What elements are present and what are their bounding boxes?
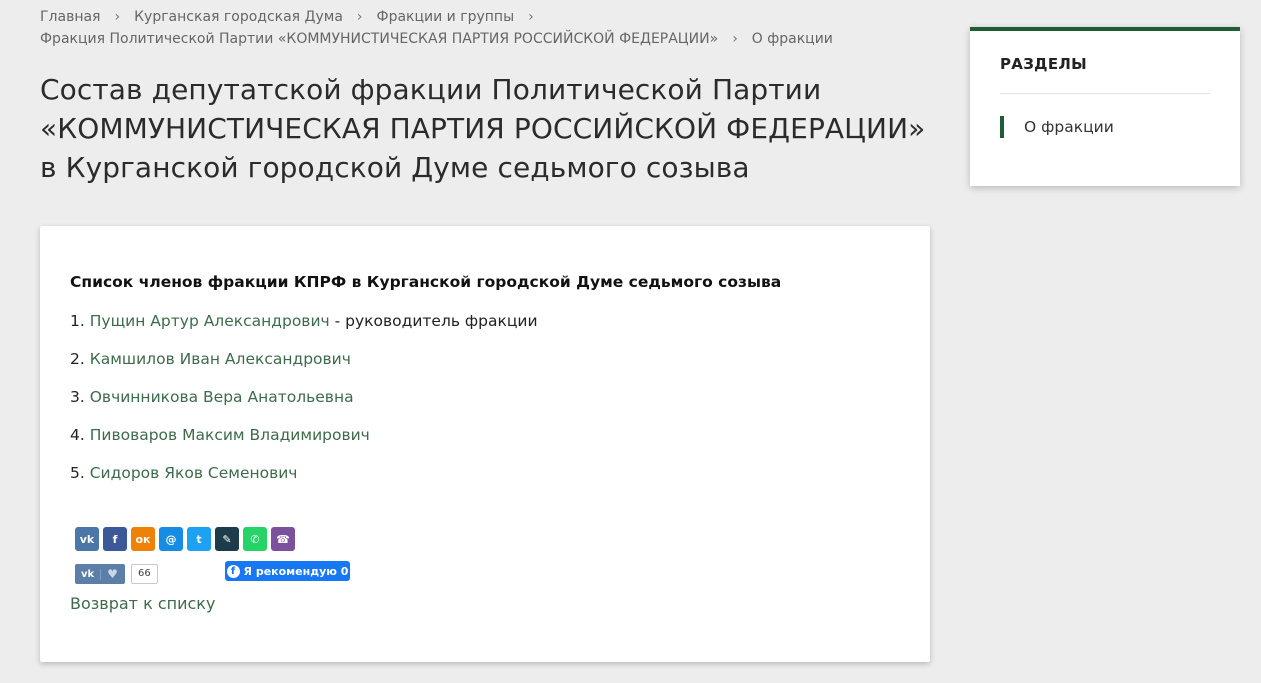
sidebar-title: РАЗДЕЛЫ (1000, 55, 1087, 73)
member-number: 4. (70, 426, 85, 444)
viber-icon[interactable]: ☎ (271, 527, 295, 551)
moimir-icon[interactable]: @ (159, 527, 183, 551)
facebook-icon[interactable]: f (103, 527, 127, 551)
sidebar-item-about-faction[interactable]: О фракции (1000, 116, 1114, 138)
breadcrumb-current: О фракции (751, 31, 833, 47)
breadcrumb-factions-link[interactable]: Фракции и группы (377, 9, 515, 25)
vk-like-button[interactable]: vk ♥ (75, 564, 125, 584)
breadcrumb-separator: › (732, 31, 738, 47)
vk-icon[interactable]: vk (75, 527, 99, 551)
breadcrumb-kprf-faction-link[interactable]: Фракция Политической Партии «КОММУНИСТИЧ… (40, 31, 718, 47)
odnoklassniki-icon[interactable]: ок (131, 527, 155, 551)
list-item: 3. Овчинникова Вера Анатольевна (70, 386, 538, 424)
breadcrumb-home-link[interactable]: Главная (40, 9, 100, 25)
fb-recommend-label: Я рекомендую 0 (243, 564, 349, 578)
member-link[interactable]: Сидоров Яков Семенович (90, 464, 298, 482)
back-to-list-link[interactable]: Возврат к списку (70, 594, 215, 613)
content-card: Список членов фракции КПРФ в Курганской … (40, 226, 930, 662)
member-number: 2. (70, 350, 85, 368)
sections-sidebar: РАЗДЕЛЫ О фракции (970, 27, 1240, 186)
sidebar-divider (1000, 93, 1210, 94)
heart-icon: ♥ (107, 567, 118, 581)
list-item: 1. Пущин Артур Александрович - руководит… (70, 310, 538, 348)
breadcrumb-separator: › (114, 9, 121, 25)
breadcrumb-duma-link[interactable]: Курганская городская Дума (134, 9, 343, 25)
vk-logo-icon: vk (75, 568, 102, 580)
member-link[interactable]: Камшилов Иван Александрович (90, 350, 351, 368)
list-item: 2. Камшилов Иван Александрович (70, 348, 538, 386)
member-link[interactable]: Пивоваров Максим Владимирович (90, 426, 370, 444)
breadcrumb-separator: › (528, 9, 534, 25)
twitter-icon[interactable]: t (187, 527, 211, 551)
whatsapp-icon[interactable]: ✆ (243, 527, 267, 551)
member-link[interactable]: Пущин Артур Александрович (90, 312, 330, 330)
member-link[interactable]: Овчинникова Вера Анатольевна (90, 388, 354, 406)
member-number: 1. (70, 312, 85, 330)
vk-like-count: 66 (131, 564, 158, 584)
breadcrumb: Главная › Курганская городская Дума › Фракци… (40, 6, 920, 50)
breadcrumb-separator: › (356, 9, 363, 25)
list-item: 5. Сидоров Яков Семенович (70, 462, 538, 500)
members-list: 1. Пущин Артур Александрович - руководит… (70, 310, 538, 500)
member-number: 5. (70, 464, 85, 482)
share-buttons: vk f ок @ t ✎ ✆ ☎ (75, 527, 295, 551)
vk-like-widget: vk ♥ 66 (75, 564, 158, 584)
fb-recommend-button[interactable]: f Я рекомендую 0 (225, 561, 350, 581)
facebook-logo-icon: f (226, 564, 240, 578)
livejournal-icon[interactable]: ✎ (215, 527, 239, 551)
page-title: Состав депутатской фракции Политической … (40, 73, 926, 184)
member-number: 3. (70, 388, 85, 406)
list-item: 4. Пивоваров Максим Владимирович (70, 424, 538, 462)
members-list-heading: Список членов фракции КПРФ в Курганской … (70, 273, 782, 291)
member-role: - руководитель фракции (329, 312, 538, 330)
